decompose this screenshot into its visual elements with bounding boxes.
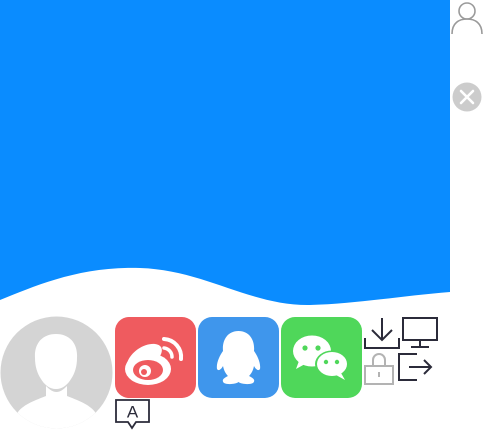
weibo-login-button[interactable] bbox=[115, 317, 196, 398]
header-banner bbox=[0, 0, 450, 306]
user-outline-icon bbox=[451, 2, 483, 35]
banner-wave bbox=[0, 0, 450, 306]
font-a-icon: A bbox=[115, 399, 150, 430]
wechat-login-button[interactable] bbox=[281, 317, 362, 398]
wechat-icon bbox=[293, 335, 349, 380]
download-icon bbox=[364, 318, 400, 349]
close-circle-icon bbox=[452, 82, 482, 112]
font-button[interactable]: A bbox=[114, 398, 152, 430]
lock-button[interactable] bbox=[363, 350, 401, 385]
display-button[interactable] bbox=[401, 316, 439, 350]
close-button[interactable] bbox=[452, 82, 482, 112]
download-button[interactable] bbox=[363, 316, 401, 350]
avatar bbox=[0, 316, 113, 429]
default-avatar-icon bbox=[0, 316, 113, 429]
qq-login-button[interactable] bbox=[198, 317, 279, 398]
user-button[interactable] bbox=[449, 0, 483, 36]
weibo-icon bbox=[125, 337, 184, 385]
font-button-letter: A bbox=[127, 403, 139, 422]
logout-button[interactable] bbox=[397, 350, 435, 384]
qq-penguin-icon bbox=[216, 331, 261, 385]
monitor-icon bbox=[402, 317, 438, 348]
lock-icon bbox=[364, 353, 394, 385]
logout-icon bbox=[398, 353, 433, 381]
